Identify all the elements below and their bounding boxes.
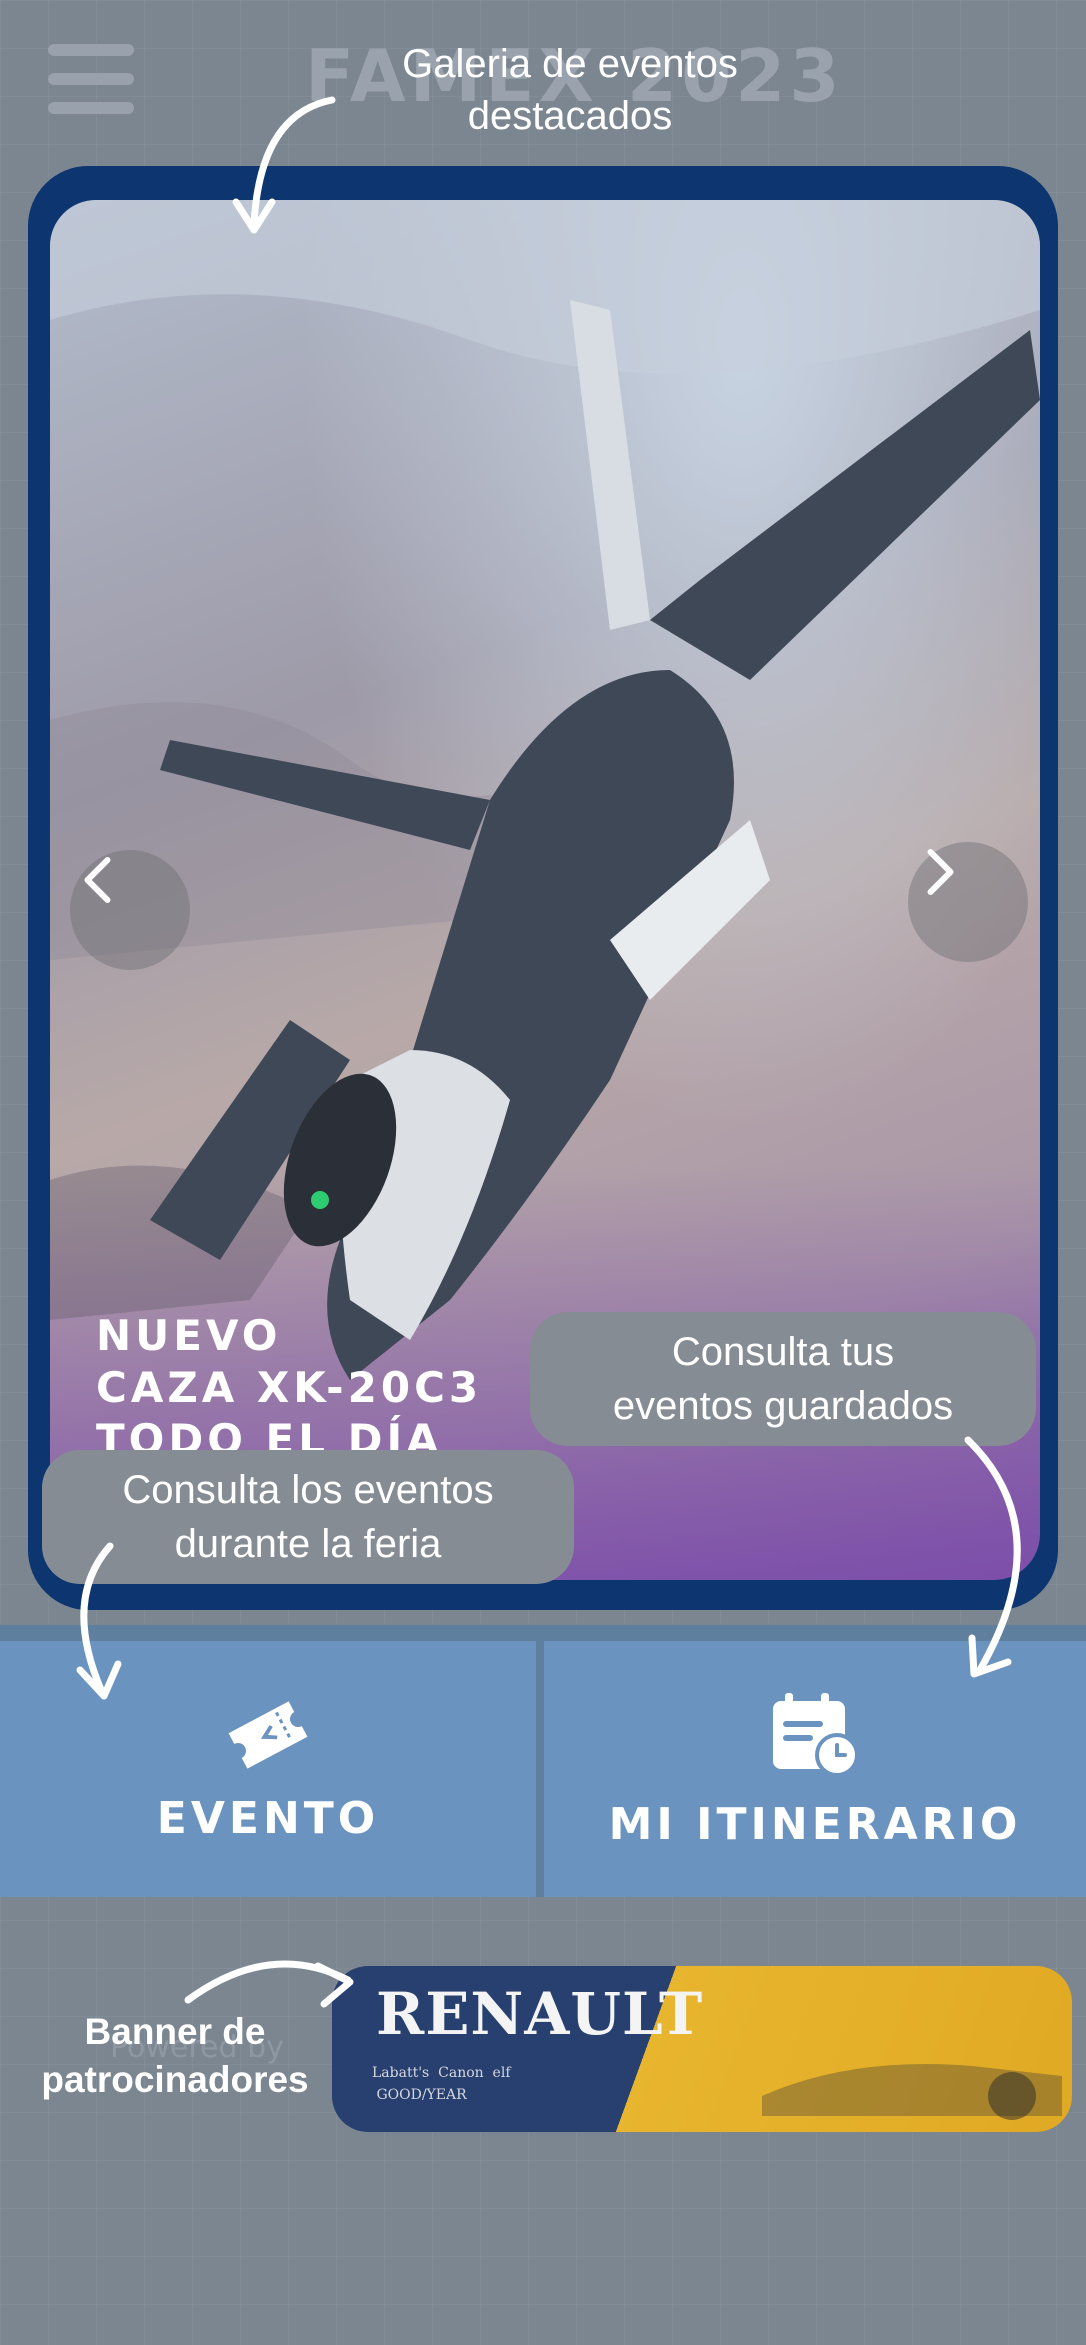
mi-itinerario-label: MI ITINERARIO	[608, 1798, 1022, 1850]
prev-slide-button[interactable]	[70, 850, 190, 970]
sponsor-banner[interactable]: RENAULT Labatt's Canon elf GOOD/YEAR	[332, 1966, 1072, 2132]
race-car-illustration	[762, 2064, 1062, 2120]
gallery-hint: Galeria de eventos destacados	[402, 42, 738, 138]
next-slide-button[interactable]	[908, 842, 1028, 962]
banner-hint: Banner de patrocinadores	[41, 2011, 309, 2100]
events-hint-arrow-icon	[76, 1542, 122, 1700]
chevron-right-icon	[927, 849, 954, 895]
gallery-hint-arrow-icon	[232, 96, 336, 234]
ticket-icon	[220, 1695, 316, 1775]
hamburger-icon[interactable]	[48, 44, 134, 114]
evento-label: EVENTO	[156, 1792, 380, 1844]
calendar-clock-icon	[765, 1689, 865, 1781]
chevron-left-icon	[84, 857, 111, 903]
app-screen: FAMEX 2023 NUEVO CAZA XK-20C3 TODO EL DÍ…	[0, 0, 1086, 2345]
menu-tiles: EVENTO MI ITINERARIO	[0, 1625, 1086, 1897]
banner-hint-arrow-icon	[184, 1960, 354, 2008]
itinerary-hint-arrow-icon	[964, 1436, 1021, 1678]
